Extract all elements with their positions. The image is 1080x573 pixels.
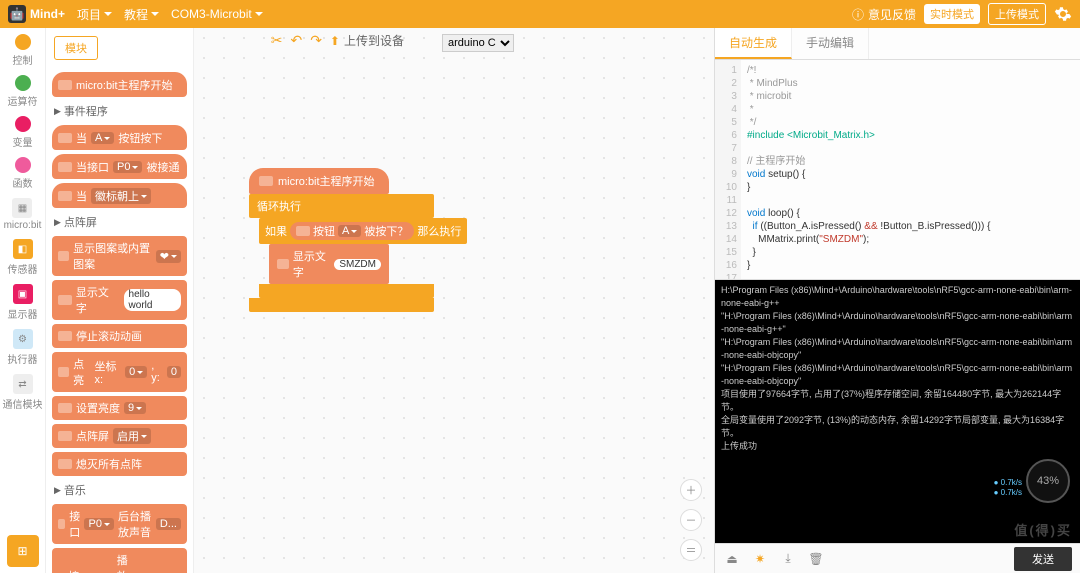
code-tabs: 自动生成 手动编辑: [715, 28, 1080, 60]
serial-bar: ⏏ ✷ ⤓ 🗑 发送: [715, 543, 1080, 573]
code-panel: 自动生成 手动编辑 1 2 3 4 5 6 7 8 9 10 11 12 13 …: [714, 28, 1080, 573]
script-if-end[interactable]: [259, 284, 434, 298]
block-stop-animation[interactable]: 停止滚动动画: [52, 324, 187, 348]
line-gutter: 1 2 3 4 5 6 7 8 9 10 11 12 13 14 15 16 1…: [715, 60, 741, 279]
speed-stats: ● 0.7k/s● 0.7k/s: [994, 478, 1022, 498]
main-area: 控制 运算符 变量 函数 ▦micro:bit ◧传感器 ▣显示器 ⚙执行器 ⇄…: [0, 28, 1080, 573]
board-select[interactable]: arduino C: [442, 34, 514, 52]
zoom-reset-button[interactable]: ＝: [680, 539, 702, 561]
zoom-in-button[interactable]: ＋: [680, 479, 702, 501]
block-bg-sound[interactable]: 接口P0后台播放声音D...: [52, 504, 187, 544]
code-editor[interactable]: 1 2 3 4 5 6 7 8 9 10 11 12 13 14 15 16 1…: [715, 60, 1080, 280]
zoom-out-button[interactable]: －: [680, 509, 702, 531]
extension-icon: ⊞: [17, 544, 27, 558]
script-loop-end[interactable]: [249, 298, 434, 312]
watermark: 值(得)买: [1014, 525, 1072, 537]
chevron-down-icon: [151, 12, 159, 16]
block-play-sound[interactable]: 接口P0播放声音DAD...: [52, 548, 187, 573]
block-pin-connected[interactable]: 当接口P0被接通: [52, 154, 187, 179]
zoom-controls: ＋ － ＝: [680, 479, 702, 561]
block-button-pressed[interactable]: 当A按钮按下: [52, 125, 187, 150]
script-loop-block[interactable]: 循环执行: [249, 194, 434, 218]
logo-icon: 🤖: [8, 5, 26, 23]
microbit-icon: [58, 80, 72, 90]
clear-icon[interactable]: 🗑: [807, 550, 825, 568]
block-light-pixel[interactable]: 点亮坐标 x:0, y:0: [52, 352, 187, 392]
cat-function[interactable]: 函数: [13, 157, 33, 190]
block-matrix-enable[interactable]: 点阵屏启用: [52, 424, 187, 448]
cat-control[interactable]: 控制: [13, 34, 33, 67]
upload-mode-button[interactable]: 上传模式: [988, 3, 1046, 25]
upload-icon: ⬆: [330, 34, 340, 48]
script-if-block[interactable]: 如果 按钮A被按下？ 那么执行: [259, 218, 467, 244]
code-content: /*! * MindPlus * microbit * */ #include …: [741, 60, 1080, 279]
block-palette: 模块 micro:bit主程序开始 ▶事件程序 当A按钮按下 当接口P0被接通 …: [46, 28, 194, 573]
question-icon: ⓘ: [852, 6, 864, 23]
usb-icon[interactable]: ⏏: [723, 550, 741, 568]
script-stack[interactable]: micro:bit主程序开始 循环执行 如果 按钮A被按下？ 那么执行 显示文字…: [249, 168, 467, 312]
scroll-icon[interactable]: ⤓: [779, 550, 797, 568]
tab-auto-generate[interactable]: 自动生成: [715, 28, 792, 59]
realtime-mode-button[interactable]: 实时模式: [924, 4, 980, 24]
cat-variable[interactable]: 变量: [13, 116, 33, 149]
crop-icon[interactable]: ✂: [271, 32, 283, 49]
block-show-text[interactable]: 显示文字hello world: [52, 280, 187, 320]
cat-display[interactable]: ▣显示器: [8, 284, 38, 321]
cat-sensor[interactable]: ◧传感器: [8, 239, 38, 276]
block-start[interactable]: micro:bit主程序开始: [52, 72, 187, 97]
redo-icon[interactable]: ↷: [310, 32, 322, 49]
tab-manual-edit[interactable]: 手动编辑: [792, 28, 869, 59]
script-show-text[interactable]: 显示文字SMZDM: [269, 244, 389, 284]
block-gesture[interactable]: 当徽标朝上: [52, 183, 187, 208]
module-tab[interactable]: 模块: [54, 36, 98, 60]
cat-microbit[interactable]: ▦micro:bit: [4, 198, 42, 231]
category-rail: 控制 运算符 变量 函数 ▦micro:bit ◧传感器 ▣显示器 ⚙执行器 ⇄…: [0, 28, 46, 573]
upload-button[interactable]: ⬆上传到设备: [330, 32, 404, 49]
gear-icon[interactable]: [1054, 5, 1072, 23]
board-dropdown[interactable]: arduino C: [442, 34, 514, 52]
canvas-toolbar: ✂ ↶ ↷ ⬆上传到设备: [271, 32, 404, 49]
cat-comm[interactable]: ⇄通信模块: [3, 374, 43, 411]
cat-event-header[interactable]: ▶事件程序: [46, 101, 193, 121]
send-button[interactable]: 发送: [1014, 547, 1072, 571]
block-clear-matrix[interactable]: 熄灭所有点阵: [52, 452, 187, 476]
block-show-image[interactable]: 显示图案或内置图案❤: [52, 236, 187, 276]
chevron-down-icon: [255, 12, 263, 16]
menu-tutorial[interactable]: 教程: [124, 6, 159, 23]
workspace-wrap: ✂ ↶ ↷ ⬆上传到设备 arduino C micro:bit主程序开始 循环…: [194, 28, 1080, 573]
chevron-down-icon: [104, 12, 112, 16]
cat-executor[interactable]: ⚙执行器: [8, 329, 38, 366]
script-start-block[interactable]: micro:bit主程序开始: [249, 168, 389, 194]
feedback-link[interactable]: ⓘ意见反馈: [852, 6, 916, 23]
connect-icon[interactable]: ✷: [751, 550, 769, 568]
output-console[interactable]: H:\Program Files (x86)\Mind+\Arduino\har…: [715, 280, 1080, 543]
undo-icon[interactable]: ↶: [290, 32, 302, 49]
block-canvas[interactable]: ✂ ↶ ↷ ⬆上传到设备 arduino C micro:bit主程序开始 循环…: [194, 28, 714, 573]
menu-port[interactable]: COM3-Microbit: [171, 7, 263, 21]
progress-ring: 43%: [1026, 459, 1070, 503]
menu-project[interactable]: 项目: [77, 6, 112, 23]
cat-operator[interactable]: 运算符: [8, 75, 38, 108]
logo: 🤖 Mind+: [8, 5, 65, 23]
extension-button[interactable]: ⊞: [7, 535, 39, 567]
top-bar: 🤖 Mind+ 项目 教程 COM3-Microbit ⓘ意见反馈 实时模式 上…: [0, 0, 1080, 28]
cat-matrix-header[interactable]: ▶点阵屏: [46, 212, 193, 232]
script-condition[interactable]: 按钮A被按下？: [290, 222, 414, 240]
cat-music-header[interactable]: ▶音乐: [46, 480, 193, 500]
block-set-brightness[interactable]: 设置亮度9: [52, 396, 187, 420]
logo-text: Mind+: [30, 7, 65, 21]
